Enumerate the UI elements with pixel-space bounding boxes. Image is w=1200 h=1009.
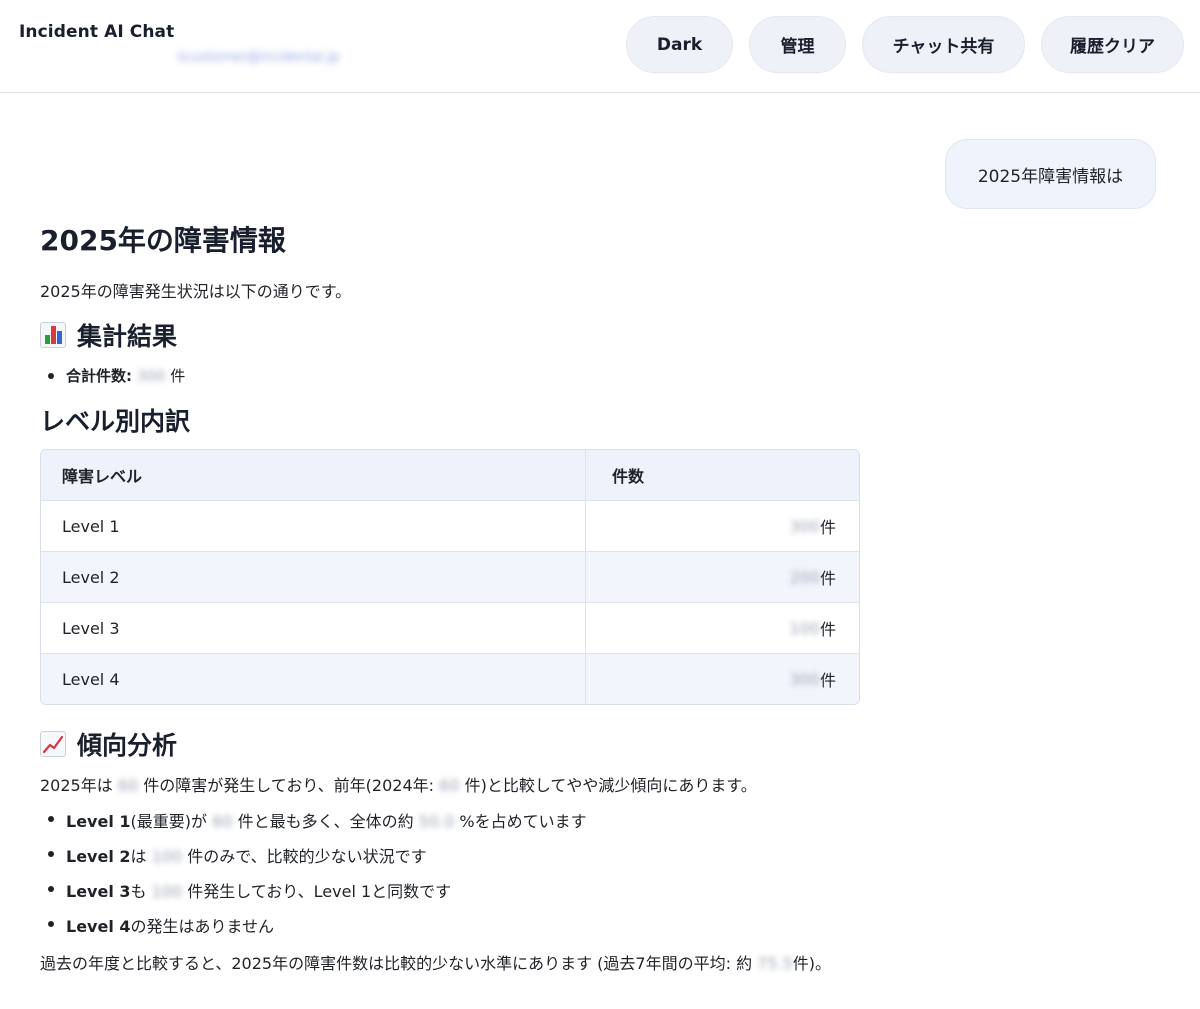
bullet-text: 件発生しており、Level 1と同数です xyxy=(187,882,452,901)
count-value: 100 xyxy=(789,618,820,638)
table-row: Level 4 300 件 xyxy=(41,653,859,704)
level-breakdown-heading: レベル別内訳 xyxy=(40,407,191,436)
bar-chart-icon xyxy=(40,322,66,348)
app-title: Incident AI Chat xyxy=(19,22,175,42)
bullet-text: 件と最も多く、全体の約 xyxy=(237,812,414,831)
bullet-text: も xyxy=(130,882,147,901)
list-item: Level 3も 100 件発生しており、Level 1と同数です xyxy=(40,878,587,902)
count-unit: 件 xyxy=(819,518,836,537)
trend-heading: 傾向分析 xyxy=(40,726,177,762)
count-unit: 件 xyxy=(819,620,836,639)
list-item: Level 1(最重要)が 60 件と最も多く、全体の約 50.0 %を占めてい… xyxy=(40,808,587,832)
level-cell: Level 1 xyxy=(41,501,586,551)
bullet-text: (最重要)が xyxy=(130,812,208,831)
count-unit: 件 xyxy=(819,569,836,588)
count-cell: 300 件 xyxy=(586,654,859,704)
closing-text: 過去の年度と比較すると、2025年の障害件数は比較的少ない水準にあります (過去… xyxy=(40,954,753,973)
bullet-text: 件のみで、比較的少ない状況です xyxy=(187,847,427,866)
share-chat-button[interactable]: チャット共有 xyxy=(862,16,1025,73)
trend-summary: 2025年は 60 件の障害が発生しており、前年(2024年: 60 件)と比較… xyxy=(40,772,757,796)
table-row: Level 1 300 件 xyxy=(41,500,859,551)
bullet-level: Level 2 xyxy=(66,847,131,866)
trend-heading-text: 傾向分析 xyxy=(77,731,178,760)
bullet-value: 60 xyxy=(212,812,233,831)
closing-remark: 過去の年度と比較すると、2025年の障害件数は比較的少ない水準にあります (過去… xyxy=(40,950,831,974)
table-header-row: 障害レベル 件数 xyxy=(41,450,859,500)
count-unit: 件 xyxy=(819,671,836,690)
level-cell: Level 2 xyxy=(41,552,586,602)
user-email: kcustomer@incidentai.jp xyxy=(178,50,340,65)
answer-title: 2025年の障害情報 xyxy=(40,224,286,257)
trending-up-icon xyxy=(40,731,66,757)
trend-prev-count: 60 xyxy=(439,776,460,795)
summary-heading-text: 集計結果 xyxy=(77,322,178,351)
list-item: Level 2は 100 件のみで、比較的少ない状況です xyxy=(40,843,587,867)
total-value: 300 xyxy=(136,367,166,385)
bullet-level: Level 3 xyxy=(66,882,131,901)
count-value: 300 xyxy=(789,669,820,689)
trend-text-part: 2025年は xyxy=(40,776,113,795)
count-cell: 200 件 xyxy=(586,552,859,602)
list-item: Level 4の発生はありません xyxy=(40,913,587,937)
level-cell: Level 3 xyxy=(41,603,586,653)
user-message-bubble: 2025年障害情報は xyxy=(945,139,1156,209)
dark-mode-button[interactable]: Dark xyxy=(626,16,733,73)
bullet-text: %を占めています xyxy=(459,812,587,831)
bullet-value: 50.0 xyxy=(418,812,455,831)
table-row: Level 2 200 件 xyxy=(41,551,859,602)
column-header-count: 件数 xyxy=(612,467,645,486)
trend-text-part: 件の障害が発生しており、前年(2024年: xyxy=(143,776,435,795)
bullet-level: Level 1 xyxy=(66,812,131,831)
count-value: 200 xyxy=(789,567,820,587)
average-value: 75.5 xyxy=(757,954,793,973)
closing-text: 件)。 xyxy=(792,954,832,973)
trend-list: Level 1(最重要)が 60 件と最も多く、全体の約 50.0 %を占めてい… xyxy=(40,808,587,948)
bullet-value: 100 xyxy=(151,882,183,901)
clear-history-button[interactable]: 履歴クリア xyxy=(1041,16,1184,73)
column-header-level: 障害レベル xyxy=(41,450,586,500)
trend-text-part: 件)と比較してやや減少傾向にあります。 xyxy=(464,776,757,795)
total-label: 合計件数: xyxy=(66,367,132,385)
table-row: Level 3 100 件 xyxy=(41,602,859,653)
summary-heading: 集計結果 xyxy=(40,317,177,353)
bullet-value: 100 xyxy=(151,847,183,866)
level-cell: Level 4 xyxy=(41,654,586,704)
app-header: Incident AI Chat kcustomer@incidentai.jp… xyxy=(0,0,1200,93)
user-message-text: 2025年障害情報は xyxy=(977,166,1124,187)
answer-intro: 2025年の障害発生状況は以下の通りです。 xyxy=(40,282,352,301)
summary-list: 合計件数: 300 件 xyxy=(40,365,185,386)
total-unit: 件 xyxy=(170,367,186,385)
bullet-text: は xyxy=(130,847,147,866)
bullet-level: Level 4 xyxy=(66,917,131,936)
level-table: 障害レベル 件数 Level 1 300 件 Level 2 200 件 Lev… xyxy=(40,449,860,705)
bullet-text: の発生はありません xyxy=(130,917,275,936)
trend-count: 60 xyxy=(117,776,139,795)
admin-button[interactable]: 管理 xyxy=(749,16,846,73)
count-cell: 100 件 xyxy=(586,603,859,653)
list-item: 合計件数: 300 件 xyxy=(40,365,185,386)
count-value: 300 xyxy=(789,516,820,536)
count-cell: 300 件 xyxy=(586,501,859,551)
